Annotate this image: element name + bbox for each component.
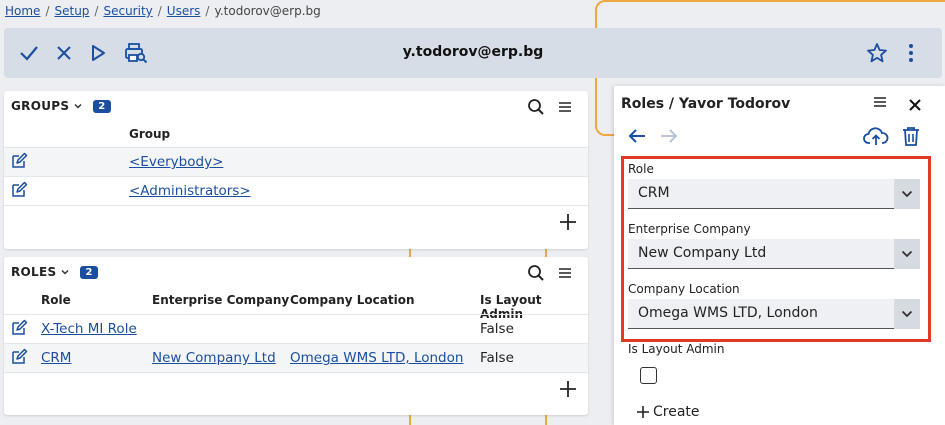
roles-col-role: Role (41, 293, 71, 307)
groups-menu-button[interactable] (555, 97, 575, 117)
chevron-down-icon[interactable] (894, 299, 920, 329)
layout-admin-value: False (480, 350, 514, 366)
edit-icon[interactable] (10, 181, 28, 199)
groups-header[interactable]: GROUPS 2 (11, 91, 111, 121)
table-row: <Everybody> (4, 147, 588, 176)
hamburger-icon (559, 102, 571, 112)
roles-search-button[interactable] (526, 263, 546, 283)
breadcrumb-separator: / (205, 4, 210, 18)
breadcrumb: Home / Setup / Security / Users / y.todo… (5, 4, 321, 18)
role-edit-panel: Roles / Yavor Todorov Role CRM Enterpris… (614, 86, 945, 425)
favorite-button[interactable] (865, 41, 889, 65)
location-label: Company Location (628, 282, 740, 296)
play-icon (92, 45, 105, 61)
forward-button[interactable] (658, 125, 680, 147)
create-button[interactable]: Create (636, 404, 700, 420)
roles-col-location: Company Location (290, 293, 415, 307)
roles-count-badge: 2 (80, 265, 98, 279)
group-link[interactable]: <Administrators> (129, 183, 251, 199)
groups-col-group: Group (129, 127, 171, 141)
breadcrumb-current: y.todorov@erp.bg (214, 4, 321, 18)
group-link[interactable]: <Everybody> (129, 154, 223, 170)
layout-admin-label: Is Layout Admin (628, 342, 725, 356)
breadcrumb-users[interactable]: Users (167, 4, 201, 18)
save-button[interactable] (17, 41, 41, 65)
breadcrumb-separator: / (157, 4, 162, 18)
row-divider (4, 205, 588, 206)
role-link[interactable]: X-Tech MI Role (41, 321, 137, 337)
role-select-value: CRM (638, 185, 670, 201)
breadcrumb-home[interactable]: Home (5, 4, 40, 18)
role-link[interactable]: CRM (41, 350, 71, 366)
company-select[interactable]: New Company Ltd (628, 239, 920, 269)
chevron-down-icon (61, 269, 69, 275)
toolbar: y.todorov@erp.bg (4, 28, 942, 78)
print-preview-icon (125, 43, 148, 64)
add-group-icon[interactable] (557, 211, 579, 233)
search-icon (528, 99, 544, 115)
print-preview-button[interactable] (124, 41, 148, 65)
checkmark-icon (20, 46, 38, 61)
location-select[interactable]: Omega WMS LTD, London (628, 299, 920, 329)
kebab-menu-icon (909, 44, 913, 62)
edit-icon[interactable] (10, 319, 28, 337)
breadcrumb-setup[interactable]: Setup (54, 4, 89, 18)
groups-search-button[interactable] (526, 97, 546, 117)
breadcrumb-separator: / (94, 4, 99, 18)
chevron-down-icon[interactable] (894, 179, 920, 209)
panel-menu-button[interactable] (870, 92, 890, 112)
row-divider (4, 372, 588, 373)
run-button[interactable] (86, 41, 110, 65)
star-icon (867, 43, 887, 63)
roles-title: ROLES (11, 265, 57, 279)
company-link[interactable]: New Company Ltd (152, 350, 276, 366)
breadcrumb-security[interactable]: Security (103, 4, 152, 18)
roles-header[interactable]: ROLES 2 (11, 257, 98, 287)
chevron-down-icon (74, 103, 82, 109)
groups-title: GROUPS (11, 99, 70, 113)
groups-count-badge: 2 (93, 99, 111, 113)
arrow-left-icon (628, 129, 645, 143)
more-options-button[interactable] (899, 41, 923, 65)
roles-col-company: Enterprise Company (152, 293, 290, 307)
breadcrumb-separator: / (45, 4, 50, 18)
roles-menu-button[interactable] (555, 263, 575, 283)
cloud-upload-icon (863, 127, 889, 145)
upload-button[interactable] (862, 123, 890, 149)
company-select-value: New Company Ltd (638, 245, 767, 261)
create-label: Create (653, 404, 700, 420)
cancel-button[interactable] (52, 41, 76, 65)
layout-admin-checkbox[interactable] (640, 367, 657, 384)
roles-panel: ROLES 2 Role Enterprise Company Company … (4, 257, 588, 415)
chevron-down-icon[interactable] (894, 239, 920, 269)
back-button[interactable] (626, 125, 648, 147)
role-select[interactable]: CRM (628, 179, 920, 209)
hamburger-icon (874, 97, 886, 107)
table-row: <Administrators> (4, 176, 588, 205)
trash-icon (903, 126, 919, 146)
panel-title: Roles / Yavor Todorov (621, 96, 791, 112)
close-icon (57, 46, 71, 60)
company-label: Enterprise Company (628, 222, 751, 236)
location-link[interactable]: Omega WMS LTD, London (290, 350, 463, 366)
plus-icon (637, 406, 649, 418)
table-row: X-Tech MI Role False (4, 314, 588, 343)
close-icon (909, 99, 921, 111)
layout-admin-value: False (480, 321, 514, 337)
hamburger-icon (559, 268, 571, 278)
panel-close-button[interactable] (905, 95, 925, 115)
delete-button[interactable] (900, 123, 922, 149)
location-select-value: Omega WMS LTD, London (638, 305, 818, 321)
groups-panel: GROUPS 2 Group <Everybody> <Administrato… (4, 91, 588, 249)
table-row: CRM New Company Ltd Omega WMS LTD, Londo… (4, 343, 588, 372)
edit-icon[interactable] (10, 348, 28, 366)
add-role-icon[interactable] (557, 378, 579, 400)
arrow-right-icon (661, 129, 678, 143)
search-icon (528, 265, 544, 281)
edit-icon[interactable] (10, 152, 28, 170)
role-label: Role (628, 162, 654, 176)
